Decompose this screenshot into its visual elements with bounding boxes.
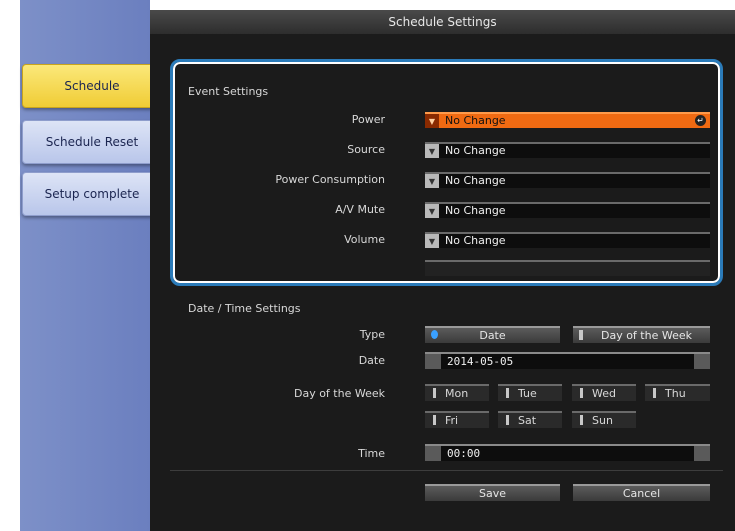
checkbox-icon (580, 415, 583, 425)
settings-panel: Schedule Settings Event Settings Power ▼… (150, 10, 735, 531)
type-day-of-week-radio[interactable]: Day of the Week (573, 326, 710, 343)
field-cap-right (694, 446, 710, 461)
save-label: Save (478, 487, 506, 500)
time-field[interactable]: 00:00 (425, 444, 710, 461)
day-label: Sat (518, 414, 537, 427)
chevron-down-icon: ▼ (425, 204, 439, 218)
sidebar-item-setup-complete[interactable]: Setup complete (22, 172, 162, 216)
av-mute-dropdown[interactable]: ▼ No Change (425, 202, 710, 218)
field-cap-right (694, 354, 710, 369)
day-label: Sun (592, 414, 613, 427)
av-mute-label: A/V Mute (335, 203, 385, 216)
save-button[interactable]: Save (425, 484, 560, 501)
cancel-label: Cancel (622, 487, 661, 500)
source-dropdown[interactable]: ▼ No Change (425, 142, 710, 158)
day-checkbox-sat[interactable]: Sat (498, 411, 562, 428)
event-settings-title: Event Settings (188, 85, 269, 98)
sidebar-item-schedule-reset[interactable]: Schedule Reset (22, 120, 162, 164)
checkbox-icon (433, 415, 436, 425)
chevron-down-icon: ▼ (425, 114, 439, 128)
day-checkbox-sun[interactable]: Sun (572, 411, 636, 428)
field-cap-left (425, 354, 441, 369)
checkbox-icon (580, 388, 583, 398)
cancel-button[interactable]: Cancel (573, 484, 710, 501)
time-label: Time (358, 447, 385, 460)
power-value: No Change (445, 114, 506, 127)
day-of-week-label: Day of the Week (293, 387, 385, 400)
day-label: Fri (445, 414, 459, 427)
window-title: Schedule Settings (150, 10, 735, 34)
power-consumption-dropdown[interactable]: ▼ No Change (425, 172, 710, 188)
volume-label: Volume (344, 233, 385, 246)
power-dropdown[interactable]: ▼ No Change ↵ (425, 112, 710, 128)
day-label: Thu (665, 387, 686, 400)
datetime-settings-title: Date / Time Settings (188, 302, 301, 315)
type-date-radio[interactable]: Date (425, 326, 560, 343)
power-consumption-value: No Change (445, 174, 506, 187)
type-date-label: Date (479, 329, 506, 342)
time-value: 00:00 (447, 447, 481, 460)
checkbox-icon (433, 388, 436, 398)
day-label: Tue (518, 387, 537, 400)
day-checkbox-fri[interactable]: Fri (425, 411, 489, 428)
day-label: Wed (592, 387, 616, 400)
date-value: 2014-05-05 (447, 355, 514, 368)
date-field[interactable]: 2014-05-05 (425, 352, 710, 369)
chevron-down-icon: ▼ (425, 234, 439, 248)
volume-dropdown[interactable]: ▼ No Change (425, 232, 710, 248)
av-mute-value: No Change (445, 204, 506, 217)
checkbox-icon (653, 388, 656, 398)
power-label: Power (351, 113, 385, 126)
divider (170, 470, 723, 471)
day-checkbox-thu[interactable]: Thu (645, 384, 710, 401)
sidebar-item-schedule[interactable]: Schedule (22, 64, 162, 108)
day-checkbox-tue[interactable]: Tue (498, 384, 562, 401)
day-checkbox-wed[interactable]: Wed (572, 384, 636, 401)
source-value: No Change (445, 144, 506, 157)
day-label: Mon (445, 387, 469, 400)
day-checkbox-mon[interactable]: Mon (425, 384, 489, 401)
chevron-down-icon: ▼ (425, 174, 439, 188)
checkbox-icon (506, 415, 509, 425)
field-cap-left (425, 446, 441, 461)
sidebar-item-label: Setup complete (44, 187, 140, 201)
volume-value: No Change (445, 234, 506, 247)
volume-level-bar[interactable] (425, 260, 710, 276)
confirm-icon: ↵ (695, 115, 706, 126)
sidebar: Schedule Schedule Reset Setup complete (20, 0, 162, 531)
power-consumption-label: Power Consumption (275, 173, 385, 186)
date-label: Date (358, 354, 385, 367)
sidebar-item-label: Schedule Reset (45, 135, 139, 149)
type-day-of-week-label: Day of the Week (600, 329, 692, 342)
type-label: Type (359, 328, 385, 341)
checkbox-icon (506, 388, 509, 398)
sidebar-item-label: Schedule (64, 79, 120, 93)
chevron-down-icon: ▼ (425, 144, 439, 158)
source-label: Source (347, 143, 385, 156)
